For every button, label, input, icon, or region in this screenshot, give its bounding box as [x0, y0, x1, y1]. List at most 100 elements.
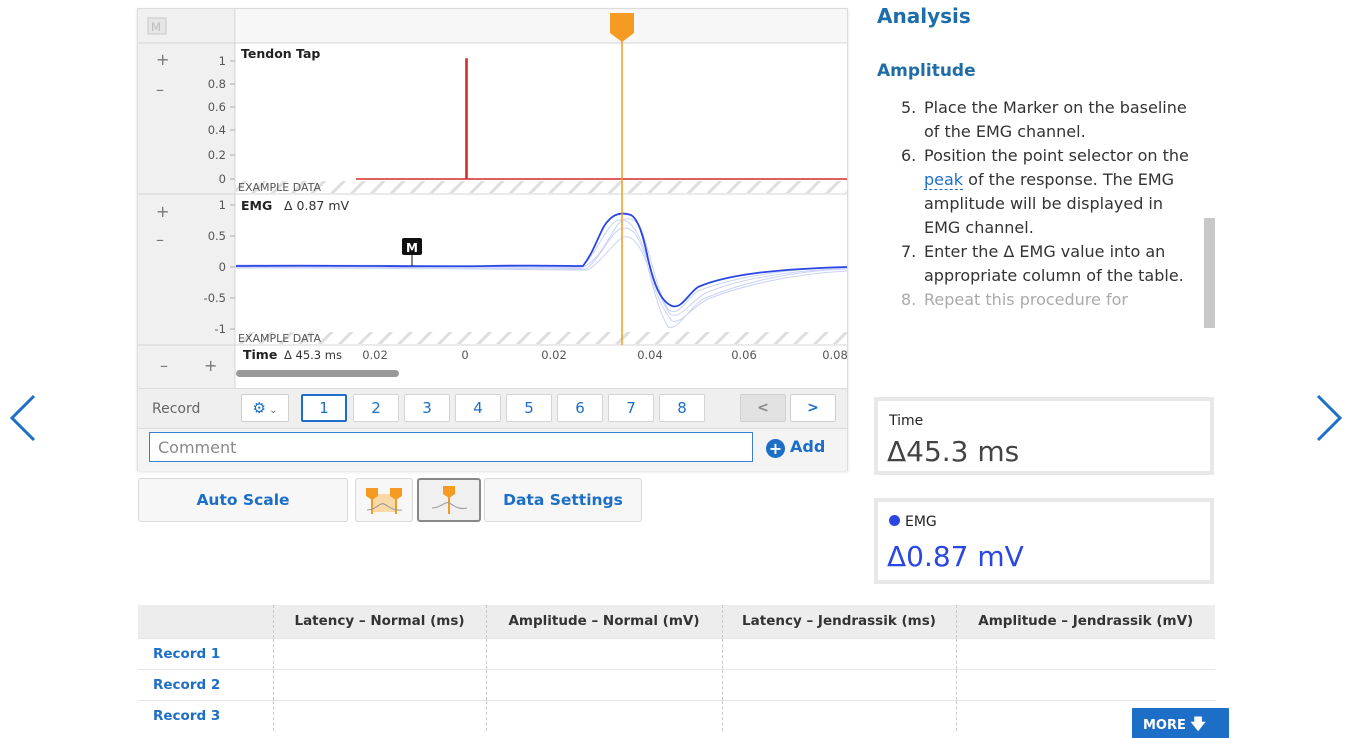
more-label: MORE — [1143, 718, 1186, 733]
step-number: 8. — [901, 290, 917, 309]
table-cell[interactable] — [721, 637, 956, 669]
chart-panel: M Tendon Tap EXAMPLE DATA 1 0.8 0.6 0.4 0.2 0… — [137, 8, 848, 471]
tendon-zoom-out-button[interactable]: – — [156, 80, 164, 99]
record-label: Record — [152, 401, 201, 417]
more-button[interactable]: MORE 🡇 — [1132, 708, 1229, 738]
axis-tick-label: 0.5 — [208, 229, 226, 243]
column-header: Latency – Normal (ms) — [272, 605, 486, 638]
emg-readout-label-row: EMG — [889, 514, 937, 530]
table-cell[interactable] — [272, 637, 486, 669]
peak-glossary-link[interactable]: peak — [924, 170, 964, 190]
table-cell[interactable] — [721, 668, 956, 700]
step-text: Position the point selector on the — [924, 146, 1189, 165]
axis-tick-label: 0.8 — [208, 77, 226, 91]
table-cell[interactable] — [485, 699, 722, 731]
emg-zoom-in-button[interactable]: + — [156, 202, 169, 221]
chart-area[interactable]: M Tendon Tap EXAMPLE DATA 1 0.8 0.6 0.4 0.2 0… — [138, 9, 847, 389]
time-axis-ticks: 0.02 0 0.02 0.04 0.06 0.08 — [362, 348, 847, 362]
record-button-6[interactable]: 6 — [557, 394, 603, 422]
table-cell[interactable] — [485, 668, 722, 700]
column-header — [138, 605, 273, 638]
time-tick-label: 0.08 — [822, 348, 847, 362]
emg-zoom-out-button[interactable]: – — [156, 230, 164, 249]
emg-readout-value: Δ0.87 mV — [887, 540, 1024, 573]
auto-scale-button[interactable]: Auto Scale — [138, 478, 348, 522]
record-button-5[interactable]: 5 — [506, 394, 552, 422]
record-navigation: Record ⚙ ⌄ 12345678 < > — [138, 388, 847, 428]
record-button-7[interactable]: 7 — [608, 394, 654, 422]
tendon-trace — [356, 58, 847, 180]
record-button-2[interactable]: 2 — [353, 394, 399, 422]
time-axis-delta: Δ 45.3 ms — [284, 348, 342, 362]
time-readout-label: Time — [889, 413, 924, 429]
record-row-label[interactable]: Record 2 — [138, 668, 273, 700]
instructions-panel[interactable]: 5. Place the Marker on the baseline of th… — [877, 96, 1202, 380]
data-settings-button[interactable]: Data Settings — [484, 478, 642, 522]
table-header-row: Latency – Normal (ms) Amplitude – Normal … — [138, 605, 1215, 638]
step-number: 7. — [901, 242, 917, 261]
previous-page-arrow-icon[interactable] — [4, 388, 44, 448]
table-cell[interactable] — [485, 637, 722, 669]
table-row: Record 1 — [138, 637, 1215, 669]
next-page-arrow-icon[interactable] — [1308, 388, 1345, 448]
tendon-zoom-in-button[interactable]: + — [156, 50, 169, 69]
tendon-example-label: EXAMPLE DATA — [238, 181, 322, 194]
time-tick-label: 0.02 — [541, 348, 567, 362]
table-cell[interactable] — [272, 699, 486, 731]
previous-records-button[interactable]: < — [740, 394, 786, 422]
two-cursor-icon — [366, 488, 403, 514]
axis-tick-label: -1 — [215, 322, 226, 336]
step-6: 6. Position the point selector on the pea… — [877, 144, 1202, 240]
record-button-1[interactable]: 1 — [301, 394, 347, 422]
add-comment-label: Add — [790, 437, 826, 456]
comment-input[interactable] — [149, 432, 753, 462]
time-zoom-out-button[interactable]: – — [160, 356, 168, 375]
table-cell[interactable] — [955, 668, 1215, 700]
app-root: M Tendon Tap EXAMPLE DATA 1 0.8 0.6 0.4 0.2 0… — [0, 0, 1345, 738]
emg-readout: EMG Δ0.87 mV — [874, 498, 1214, 584]
add-comment-button[interactable]: + Add — [766, 437, 825, 458]
step-text: Enter the Δ EMG value into an appropriat… — [924, 242, 1184, 285]
two-point-mode-button[interactable] — [355, 478, 413, 522]
emg-readout-label: EMG — [905, 514, 937, 530]
instructions-fade — [877, 322, 1202, 380]
one-point-mode-button[interactable] — [417, 478, 481, 522]
table-cell[interactable] — [272, 668, 486, 700]
emg-delta-value: Δ 0.87 mV — [284, 198, 350, 213]
record-button-3[interactable]: 3 — [404, 394, 450, 422]
axis-tick-label: 1 — [219, 198, 226, 212]
record-button-8[interactable]: 8 — [659, 394, 705, 422]
time-readout-value: Δ45.3 ms — [887, 435, 1020, 468]
time-tick-label: 0.02 — [362, 348, 388, 362]
gear-icon: ⚙ — [252, 399, 266, 417]
emg-example-label: EXAMPLE DATA — [238, 332, 322, 345]
time-axis-title: Time — [243, 347, 277, 362]
step-text: Repeat this procedure for — [924, 290, 1128, 309]
record-button-4[interactable]: 4 — [455, 394, 501, 422]
axis-tick-label: 0 — [219, 172, 226, 186]
time-tick-label: 0 — [461, 348, 468, 362]
table-row: Record 3 — [138, 699, 1215, 731]
step-number: 6. — [901, 146, 917, 165]
emg-channel-dot-icon — [889, 515, 900, 526]
time-scrollbar[interactable] — [236, 370, 399, 377]
record-row-label[interactable]: Record 1 — [138, 637, 273, 669]
table-cell[interactable] — [721, 699, 956, 731]
next-records-button[interactable]: > — [790, 394, 836, 422]
settings-gear-button[interactable]: ⚙ ⌄ — [241, 394, 289, 422]
time-tick-label: 0.04 — [637, 348, 663, 362]
chevron-down-icon: ⌄ — [265, 405, 278, 416]
record-row-label[interactable]: Record 3 — [138, 699, 273, 731]
time-zoom-in-button[interactable]: + — [204, 356, 217, 375]
table-cell[interactable] — [955, 637, 1215, 669]
axis-tick-label: 1 — [219, 54, 226, 68]
time-tick-label: 0.06 — [731, 348, 757, 362]
axis-tick-label: 0 — [219, 260, 226, 274]
step-8: 8. Repeat this procedure for — [877, 288, 1202, 312]
step-7: 7. Enter the Δ EMG value into an appropri… — [877, 240, 1202, 288]
amplitude-subheading: Amplitude — [877, 61, 976, 81]
table-body: Record 1 Record 2 Record 3 — [138, 637, 1215, 731]
column-header: Amplitude – Jendrassik (mV) — [955, 605, 1215, 638]
instructions-scrollbar[interactable] — [1204, 218, 1215, 328]
step-number: 5. — [901, 98, 917, 117]
